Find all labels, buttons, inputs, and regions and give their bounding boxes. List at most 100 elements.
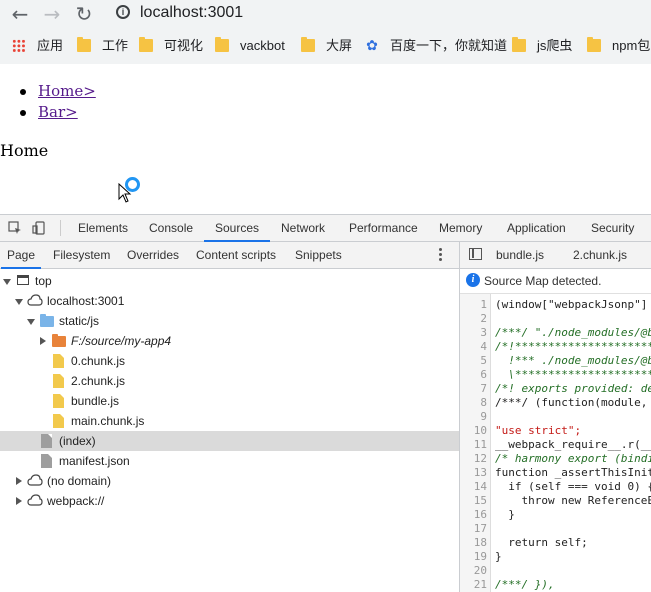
tree-item-webpack[interactable]: webpack:// (0, 491, 459, 511)
code-line: (window["webpackJsonp"] (495, 298, 648, 311)
back-arrow-icon[interactable]: ← (8, 2, 32, 26)
tree-item-bundle[interactable]: bundle.js (0, 391, 459, 411)
inspect-element-icon[interactable] (8, 221, 22, 235)
bar-link[interactable]: Bar> (38, 103, 78, 121)
apps-grid-icon (12, 39, 26, 52)
line-number: 5 (480, 354, 487, 367)
site-info-icon[interactable]: i (116, 5, 130, 19)
tree-item-main-chunk[interactable]: main.chunk.js (0, 411, 459, 431)
tree-item-label: F:/source/my-app4 (71, 334, 172, 348)
editor-tab-bundle[interactable]: bundle.js (496, 242, 544, 268)
folder-icon (215, 37, 229, 52)
tree-item-manifest[interactable]: manifest.json (0, 451, 459, 471)
list-item: Bar> (20, 102, 96, 123)
tab-console[interactable]: Console (149, 215, 193, 241)
code-line: /*! exports provided: de (495, 382, 651, 395)
code-line: /*!********************* (495, 340, 651, 353)
sources-navigator-tabs: Page Filesystem Overrides Content script… (0, 242, 459, 269)
code-line: __webpack_require__.r(__ (495, 438, 651, 451)
baidu-paw-icon: ✿ (366, 37, 378, 53)
code-line: "use strict"; (495, 424, 582, 437)
tree-item-source-folder[interactable]: F:/source/my-app4 (0, 331, 459, 351)
line-number: 4 (480, 340, 487, 353)
tab-network[interactable]: Network (281, 215, 325, 241)
code-line: function _assertThisInit (495, 466, 651, 479)
folder-icon (40, 314, 54, 327)
home-link[interactable]: Home> (38, 82, 96, 100)
line-number: 1 (480, 298, 487, 311)
document-icon (41, 434, 52, 448)
editor-tab-2-chunk[interactable]: 2.chunk.js (573, 242, 627, 268)
bookmark-label: 百度一下，你就知道 (390, 38, 508, 53)
code-line: } (495, 508, 515, 521)
tab-performance[interactable]: Performance (349, 215, 418, 241)
device-toolbar-icon[interactable] (32, 221, 46, 235)
line-number: 10 (473, 424, 487, 437)
toggle-navigator-icon[interactable] (469, 248, 482, 260)
more-options-icon[interactable] (438, 248, 442, 262)
line-number: 17 (473, 522, 487, 535)
code-line: \********************* (495, 368, 651, 381)
tree-item-label: webpack:// (47, 494, 105, 508)
tab-sources[interactable]: Sources (203, 215, 271, 242)
tree-item-label: localhost:3001 (47, 294, 125, 308)
code-editor[interactable]: 1 2 3 4 5 6 7 8 9 10 11 12 13 14 15 16 1… (460, 294, 651, 592)
tab-content-scripts[interactable]: Content scripts (196, 242, 276, 268)
frame-icon (17, 275, 29, 285)
tree-item-label: 2.chunk.js (71, 374, 126, 388)
tree-item-label: manifest.json (59, 454, 130, 468)
line-number: 6 (480, 368, 487, 381)
tab-filesystem[interactable]: Filesystem (53, 242, 110, 268)
js-file-icon (53, 394, 64, 408)
document-icon (41, 454, 52, 468)
expand-arrow-icon[interactable] (15, 299, 23, 305)
list-item: Home> (20, 81, 96, 102)
tree-item-index[interactable]: (index) (0, 431, 459, 451)
reload-icon[interactable]: ↻ (72, 2, 96, 26)
line-number: 9 (480, 410, 487, 423)
tree-item-static-js[interactable]: static/js (0, 311, 459, 331)
tree-item-label: static/js (59, 314, 100, 328)
divider (60, 220, 61, 236)
tab-security[interactable]: Security (591, 215, 634, 241)
tab-page[interactable]: Page (0, 242, 42, 269)
tree-item-label: main.chunk.js (71, 414, 145, 428)
forward-arrow-icon[interactable]: → (40, 2, 64, 26)
tab-overrides[interactable]: Overrides (127, 242, 179, 268)
tree-item-no-domain[interactable]: (no domain) (0, 471, 459, 491)
source-map-message: Source Map detected. (484, 274, 602, 288)
tree-item-localhost[interactable]: localhost:3001 (0, 291, 459, 311)
line-number: 18 (473, 536, 487, 549)
collapse-arrow-icon[interactable] (40, 337, 46, 345)
line-number: 15 (473, 494, 487, 507)
tab-snippets[interactable]: Snippets (295, 242, 342, 268)
code-line: /***/ (function(module, (495, 396, 651, 409)
js-file-icon (53, 374, 64, 388)
tree-item-label: (no domain) (47, 474, 112, 488)
code-line: /***/ }), (495, 578, 555, 591)
line-number: 19 (473, 550, 487, 563)
source-map-banner: i Source Map detected. (460, 269, 651, 294)
page-heading-text: Home (0, 141, 49, 160)
address-bar[interactable]: localhost:3001 (140, 2, 243, 24)
file-tree: top localhost:3001 static/js F:/source/m… (0, 269, 459, 592)
folder-icon (77, 37, 91, 52)
bookmark-label: vackbot (240, 38, 285, 53)
expand-arrow-icon[interactable] (3, 279, 11, 285)
tab-memory[interactable]: Memory (439, 215, 482, 241)
collapse-arrow-icon[interactable] (16, 497, 22, 505)
tab-application[interactable]: Application (507, 215, 566, 241)
page-viewport: Home> Bar> Home (0, 64, 651, 214)
tab-elements[interactable]: Elements (78, 215, 128, 241)
folder-icon (52, 334, 66, 347)
collapse-arrow-icon[interactable] (16, 477, 22, 485)
tree-item-2-chunk[interactable]: 2.chunk.js (0, 371, 459, 391)
expand-arrow-icon[interactable] (27, 319, 35, 325)
tree-item-label: (index) (59, 434, 96, 448)
bookmark-label: 可视化 (164, 38, 204, 53)
info-icon: i (466, 273, 480, 287)
tree-item-0-chunk[interactable]: 0.chunk.js (0, 351, 459, 371)
tree-item-top[interactable]: top (0, 271, 459, 291)
code-line: !*** ./node_modules/@b (495, 354, 651, 367)
devtools-panel: Elements Console Sources Network Perform… (0, 214, 651, 592)
